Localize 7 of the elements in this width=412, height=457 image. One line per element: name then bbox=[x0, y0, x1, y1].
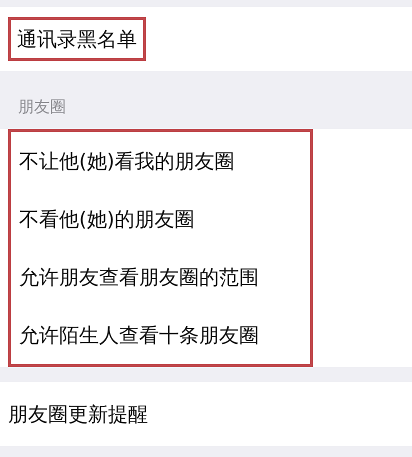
settings-item[interactable]: 通讯录黑名单 bbox=[8, 17, 146, 61]
settings-item[interactable]: 允许陌生人查看十条朋友圈 bbox=[19, 320, 259, 350]
settings-item[interactable]: 不看他(她)的朋友圈 bbox=[19, 204, 195, 234]
section-header: 朋友圈 bbox=[18, 96, 66, 118]
settings-item[interactable]: 允许朋友查看朋友圈的范围 bbox=[19, 262, 259, 292]
settings-item[interactable]: 朋友圈更新提醒 bbox=[8, 399, 148, 429]
settings-item[interactable]: 不让他(她)看我的朋友圈 bbox=[19, 146, 235, 176]
